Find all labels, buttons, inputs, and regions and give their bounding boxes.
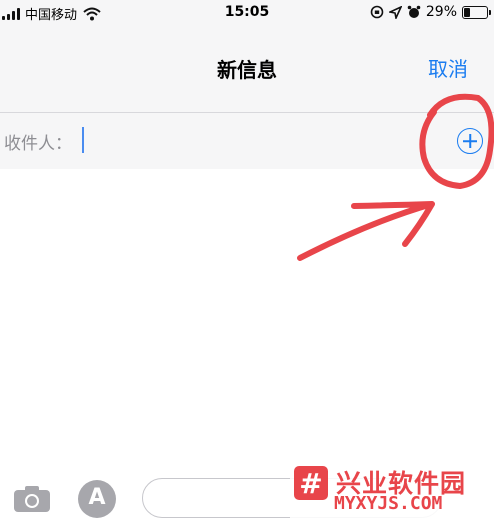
camera-icon xyxy=(14,486,50,512)
nav-bar: 新信息 取消 xyxy=(0,26,494,113)
page-title: 新信息 xyxy=(217,58,277,82)
location-arrow-icon xyxy=(388,5,402,19)
recipient-row: 收件人： xyxy=(0,113,494,169)
status-bar: 中国移动 15:05 29% xyxy=(0,0,494,26)
status-right: 29% xyxy=(370,4,491,20)
recipient-label: 收件人： xyxy=(4,134,72,154)
add-recipient-button[interactable] xyxy=(457,128,483,154)
watermark: # 兴业软件园 MYXYJS.COM xyxy=(290,460,494,523)
watermark-url: MYXYJS.COM xyxy=(334,493,443,514)
annotation-arrow xyxy=(297,201,435,261)
cancel-button[interactable]: 取消 xyxy=(428,53,468,82)
app-store-icon: A xyxy=(88,485,106,510)
watermark-logo: # xyxy=(294,466,328,500)
recipient-input[interactable] xyxy=(82,127,410,153)
watermark-logo-glyph: # xyxy=(299,467,323,500)
lock-rotation-icon xyxy=(370,5,384,19)
alarm-icon xyxy=(407,5,421,18)
camera-button[interactable] xyxy=(12,484,52,514)
app-store-button[interactable]: A xyxy=(78,480,116,518)
battery-percent: 29% xyxy=(425,4,457,20)
battery-level-fill xyxy=(464,7,470,17)
battery-icon xyxy=(462,5,491,19)
